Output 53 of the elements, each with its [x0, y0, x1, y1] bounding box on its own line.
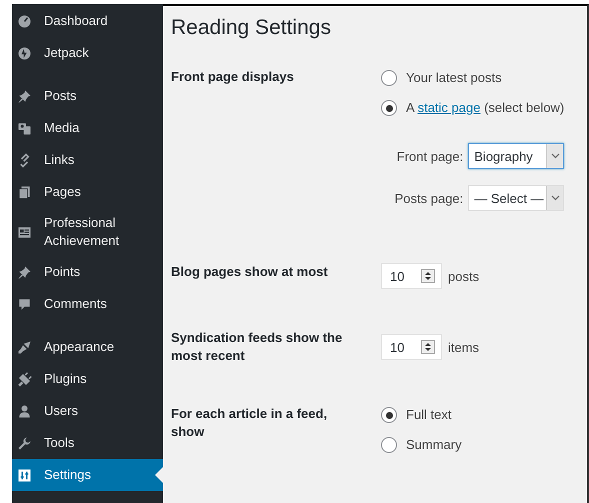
option-label: Your latest posts — [406, 69, 502, 87]
wrench-icon — [17, 436, 32, 450]
setting-label: Blog pages show at most — [171, 263, 329, 281]
sidebar-menu-item[interactable]: Plugins — [12, 363, 163, 395]
unit-label: items — [448, 340, 480, 354]
page-dropdown[interactable]: — Select — — [468, 185, 564, 211]
chevron-down-icon — [550, 153, 560, 159]
pin-icon — [17, 264, 32, 280]
option-label: Summary — [406, 436, 462, 454]
sidebar-menu-item[interactable]: Users — [12, 395, 163, 427]
sidebar-menu-item[interactable]: Pages — [12, 176, 163, 208]
radio-button[interactable] — [381, 100, 397, 116]
gauge-icon — [17, 14, 32, 28]
bolt-icon — [17, 46, 32, 60]
sidebar-menu-item[interactable]: Links — [12, 144, 163, 176]
sidebar-menu-item[interactable]: Tools — [12, 427, 163, 459]
setting-label: For each article in a feed, show — [171, 405, 328, 441]
select-label: Front page: — [396, 148, 464, 164]
number-field[interactable]: 10 — [381, 334, 442, 360]
setting-label: Syndication feeds show the most recent — [171, 329, 344, 365]
sidebar-menu-item[interactable]: Settings — [12, 459, 163, 491]
chevron-down-icon — [550, 195, 560, 201]
page-title: Reading Settings — [171, 15, 332, 41]
sidebar-menu-item[interactable]: Professional Achievement — [12, 208, 163, 256]
sidebar-menu-item[interactable]: Dashboard — [12, 5, 163, 37]
page-dropdown[interactable]: Biography — [468, 143, 564, 169]
sidebar-menu-item[interactable]: Jetpack — [12, 37, 163, 69]
sidebar-menu-item[interactable]: Comments — [12, 288, 163, 320]
sidebar-menu-item[interactable]: Appearance — [12, 331, 163, 363]
sidebar-menu-item[interactable]: Points — [12, 256, 163, 288]
sidebar-menu-item[interactable]: Posts — [12, 80, 163, 112]
number-field[interactable]: 10 — [381, 263, 442, 289]
unit-label: posts — [448, 268, 480, 284]
sliders-icon — [17, 468, 32, 482]
pages-icon — [17, 184, 32, 200]
paintbrush-icon — [17, 340, 32, 354]
option-label: Full text — [406, 406, 452, 424]
spinner-arrows-icon — [421, 340, 435, 354]
radio-button[interactable] — [381, 437, 397, 453]
speech-bubble-icon — [17, 296, 32, 312]
radio-button[interactable] — [381, 70, 397, 86]
radio-button[interactable] — [381, 407, 397, 423]
setting-label: Front page displays — [171, 68, 295, 86]
plug-icon — [17, 372, 32, 386]
sidebar-menu-item[interactable]: Media — [12, 112, 163, 144]
pin-icon — [17, 88, 32, 104]
media-icon — [17, 120, 32, 136]
option-label: A static page (select below) — [406, 99, 564, 117]
user-icon — [17, 404, 32, 418]
static-page-link[interactable]: static page — [418, 100, 480, 115]
spinner-arrows-icon — [421, 269, 435, 283]
id-card-icon — [17, 224, 32, 240]
select-label: Posts page: — [394, 190, 464, 206]
